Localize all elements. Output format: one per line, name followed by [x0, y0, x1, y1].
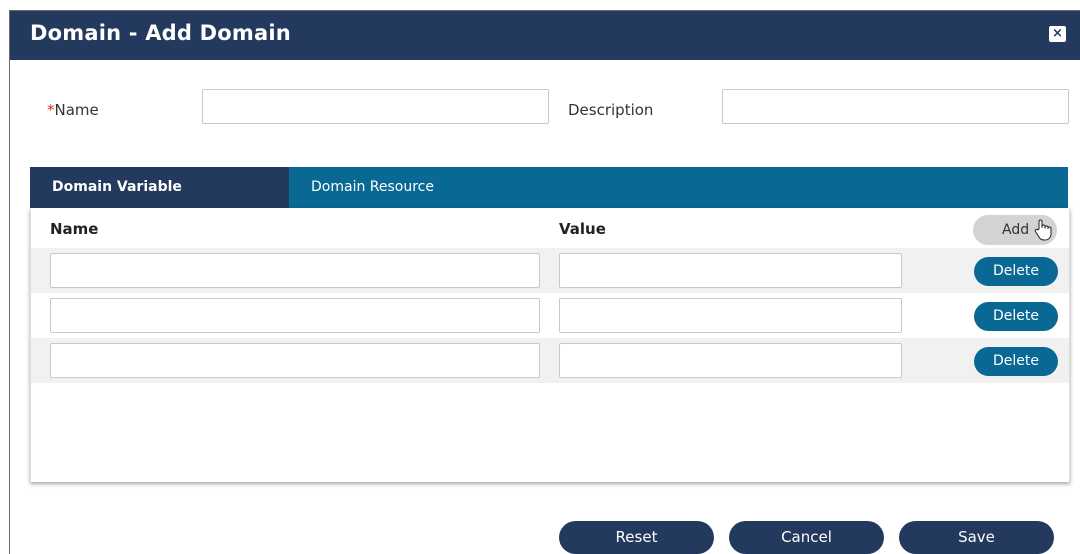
variable-name-input[interactable] [50, 298, 540, 333]
delete-button[interactable]: Delete [974, 302, 1058, 331]
table-row: Delete [31, 293, 1069, 338]
tab-domain-resource[interactable]: Domain Resource [289, 167, 539, 208]
delete-button[interactable]: Delete [974, 347, 1058, 376]
variable-name-input[interactable] [50, 253, 540, 288]
name-label-text: Name [54, 101, 99, 119]
description-input[interactable] [722, 89, 1069, 124]
variable-name-input[interactable] [50, 343, 540, 378]
tab-domain-variable[interactable]: Domain Variable [30, 167, 289, 208]
add-button-label: Add [1002, 222, 1030, 238]
close-icon[interactable]: × [1049, 26, 1066, 42]
cancel-button[interactable]: Cancel [729, 521, 884, 554]
add-domain-dialog: Domain - Add Domain × *Name Description … [9, 10, 1080, 554]
dialog-title: Domain - Add Domain [30, 21, 291, 45]
name-input[interactable] [202, 89, 549, 124]
description-label: Description [568, 101, 654, 119]
variable-value-input[interactable] [559, 343, 902, 378]
save-button[interactable]: Save [899, 521, 1054, 554]
dialog-header: Domain - Add Domain × [10, 11, 1080, 60]
column-header-name: Name [50, 220, 99, 238]
name-field-label: *Name [47, 101, 99, 119]
tab-bar: Domain Variable Domain Resource [30, 167, 1068, 208]
hand-cursor-icon [1034, 219, 1052, 241]
domain-variable-panel: Name Value Add Delete Delete Delete [30, 208, 1070, 482]
delete-button[interactable]: Delete [974, 257, 1058, 286]
variable-value-input[interactable] [559, 298, 902, 333]
required-marker: * [47, 101, 55, 119]
add-button[interactable]: Add [973, 215, 1057, 245]
table-row: Delete [31, 248, 1069, 293]
reset-button[interactable]: Reset [559, 521, 714, 554]
column-header-value: Value [559, 220, 606, 238]
variable-value-input[interactable] [559, 253, 902, 288]
table-row: Delete [31, 338, 1069, 383]
